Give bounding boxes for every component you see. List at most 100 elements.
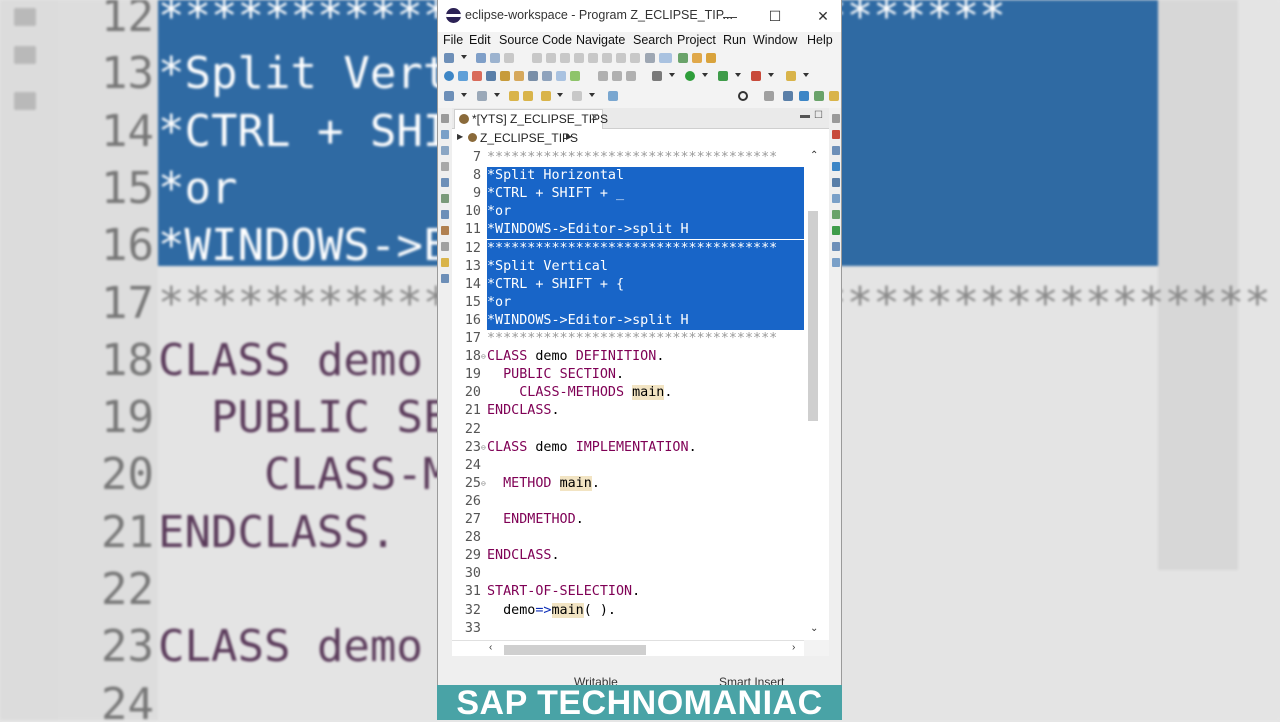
code-line[interactable]: 21 ENDCLASS. (452, 402, 804, 420)
code-line[interactable]: 9 *CTRL + SHIFT + _ (452, 185, 804, 204)
run-disabled-icon[interactable] (532, 53, 542, 63)
type-hierarchy-icon[interactable] (441, 210, 449, 219)
transport-organizer-icon[interactable] (441, 226, 449, 235)
save-all-icon[interactable] (490, 53, 500, 63)
annotation-icon[interactable] (786, 71, 796, 81)
code-line[interactable]: 17 ************************************ (452, 330, 804, 348)
unit-test-icon[interactable] (832, 210, 840, 219)
code-line[interactable]: 12 ************************************ (452, 239, 804, 258)
use-step-filters-icon[interactable] (630, 53, 640, 63)
code-line[interactable]: 31 START-OF-SELECTION. (452, 583, 804, 601)
breadcrumb-arrow-icon[interactable]: ▶ (457, 132, 463, 141)
code-line[interactable]: 29 ENDCLASS. (452, 547, 804, 565)
coverage-view-icon[interactable] (832, 226, 840, 235)
breadcrumb-next-icon[interactable]: ▶ (566, 132, 572, 141)
format-icon[interactable] (598, 71, 608, 81)
external-tools-dropdown-icon[interactable] (768, 73, 774, 77)
pin-editor-icon[interactable] (608, 91, 618, 101)
debug-dropdown-icon[interactable] (669, 73, 675, 77)
tab-z-eclipse-tips[interactable]: *[YTS] Z_ECLIPSE_TIPS ✕ (454, 109, 608, 129)
code-line[interactable]: 18 ⊖ CLASS demo DEFINITION. (452, 348, 804, 366)
stop-disabled-icon[interactable] (560, 53, 570, 63)
code-line[interactable]: 28 (452, 529, 804, 547)
outline-icon[interactable] (441, 146, 449, 155)
sql-console-icon[interactable] (441, 274, 449, 283)
tasks-icon[interactable] (441, 194, 449, 203)
abap-perspective-icon[interactable] (783, 91, 793, 101)
external-tools-icon[interactable] (751, 71, 761, 81)
coverage-icon[interactable] (718, 71, 728, 81)
code-line[interactable]: 8 *Split Horizontal (452, 167, 804, 186)
restore-right-icon[interactable] (832, 114, 840, 123)
run-icon[interactable] (685, 71, 695, 81)
navigate-icon[interactable] (444, 91, 454, 101)
menu-window[interactable]: Window (753, 33, 797, 47)
drop-frame-icon[interactable] (616, 53, 626, 63)
search-view-icon[interactable] (832, 242, 840, 251)
new-icon[interactable] (444, 53, 454, 63)
menu-search[interactable]: Search (633, 33, 673, 47)
code-line[interactable]: 19 PUBLIC SECTION. (452, 366, 804, 384)
coverage-dropdown-icon[interactable] (735, 73, 741, 77)
toggle-breadcrumb-icon[interactable] (645, 53, 655, 63)
console-icon[interactable] (832, 162, 840, 171)
open-plugin-icon[interactable] (706, 53, 716, 63)
minimize-editor-icon[interactable]: ▬ (800, 110, 810, 121)
scroll-down-icon[interactable]: ⌄ (810, 623, 818, 634)
minimize-button[interactable]: — (719, 6, 741, 26)
step-over-icon[interactable] (588, 53, 598, 63)
step-into-icon[interactable] (574, 53, 584, 63)
paragraph-icon[interactable] (626, 71, 636, 81)
breadcrumb-label[interactable]: Z_ECLIPSE_TIPS (480, 131, 578, 145)
toggle-highlight-icon[interactable] (659, 53, 672, 63)
code-line[interactable]: 23 ⊖ CLASS demo IMPLEMENTATION. (452, 439, 804, 457)
last-edit-icon[interactable] (509, 91, 519, 101)
open-type-icon[interactable] (678, 53, 688, 63)
data-preview-icon[interactable] (832, 258, 840, 267)
bookmarks-icon[interactable] (441, 162, 449, 171)
code-line[interactable]: 33 (452, 620, 804, 638)
search-icon[interactable] (738, 91, 748, 101)
code-line[interactable]: 27 ENDMETHOD. (452, 511, 804, 529)
fold-toggle-icon[interactable]: ⊖ (481, 439, 486, 457)
back-history-icon[interactable] (523, 91, 533, 101)
horizontal-scroll-thumb[interactable] (504, 645, 646, 655)
menu-file[interactable]: File (443, 33, 463, 47)
activate-icon[interactable] (570, 71, 580, 81)
project-explorer-icon[interactable] (441, 130, 449, 139)
maximize-button[interactable]: ☐ (764, 6, 786, 26)
feed-reader-icon[interactable] (441, 242, 449, 251)
code-line[interactable]: 25 ⊖ METHOD main. (452, 475, 804, 493)
horizontal-scrollbar[interactable]: ‹ › (452, 640, 804, 657)
code-line[interactable]: 7 ************************************ (452, 149, 804, 167)
code-line[interactable]: 15 *or (452, 293, 804, 312)
vertical-scrollbar[interactable]: ⌃ ⌄ (804, 147, 829, 640)
menu-edit[interactable]: Edit (469, 33, 491, 47)
git-perspective-icon[interactable] (829, 91, 839, 101)
menu-project[interactable]: Project (677, 33, 716, 47)
open-perspective-icon[interactable] (764, 91, 774, 101)
scroll-left-icon[interactable]: ‹ (489, 642, 492, 653)
code-line[interactable]: 26 (452, 493, 804, 511)
fold-toggle-icon[interactable]: ⊖ (481, 475, 486, 493)
annotation-view-icon[interactable] (441, 258, 449, 267)
tab-close-icon[interactable]: ✕ (590, 111, 599, 124)
open-task-icon[interactable] (692, 53, 702, 63)
code-line[interactable]: 14 *CTRL + SHIFT + { (452, 275, 804, 294)
history-icon[interactable] (832, 178, 840, 187)
scroll-right-icon[interactable]: › (792, 642, 795, 653)
pretty-printer-icon[interactable] (612, 71, 622, 81)
restore-icon[interactable] (441, 114, 449, 123)
code-line[interactable]: 10 *or (452, 203, 804, 222)
new-abap-object-icon[interactable] (472, 71, 482, 81)
code-line[interactable]: 24 (452, 457, 804, 475)
properties-icon[interactable] (832, 146, 840, 155)
code-line[interactable]: 11 *WINDOWS->Editor->split H (452, 221, 804, 240)
maximize-editor-icon[interactable]: ☐ (814, 110, 823, 121)
menu-navigate[interactable]: Navigate (576, 33, 625, 47)
java-perspective-icon[interactable] (814, 91, 824, 101)
print-icon[interactable] (504, 53, 514, 63)
save-icon[interactable] (476, 53, 486, 63)
scroll-up-icon[interactable]: ⌃ (810, 150, 818, 161)
abap-project-icon[interactable] (458, 71, 468, 81)
